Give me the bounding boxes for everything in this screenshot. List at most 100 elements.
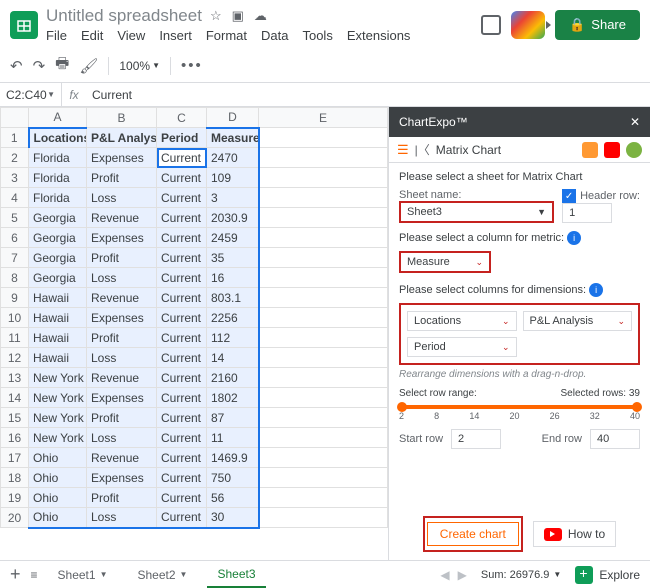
cell[interactable]: Current [157, 448, 207, 468]
cell[interactable]: Current [157, 408, 207, 428]
cell[interactable] [259, 388, 388, 408]
menu-view[interactable]: View [117, 28, 145, 43]
cell[interactable]: Current [157, 328, 207, 348]
cell[interactable]: Current [157, 168, 207, 188]
cell[interactable]: 2256 [207, 308, 259, 328]
metric-select[interactable]: Measure⌄ [399, 251, 491, 273]
share-button[interactable]: 🔒 Share [555, 10, 640, 40]
menu-edit[interactable]: Edit [81, 28, 103, 43]
menu-format[interactable]: Format [206, 28, 247, 43]
more-tools-icon[interactable]: ••• [181, 57, 203, 74]
comments-icon[interactable] [481, 15, 501, 35]
row-header[interactable]: 14 [1, 388, 29, 408]
cell[interactable]: 2470 [207, 148, 259, 168]
cell[interactable]: Expenses [87, 308, 157, 328]
cell[interactable] [259, 248, 388, 268]
slider-start-knob[interactable] [397, 402, 407, 412]
cell[interactable]: Florida [29, 168, 87, 188]
cell[interactable]: Revenue [87, 208, 157, 228]
cell[interactable]: Expenses [87, 468, 157, 488]
sheet-select[interactable]: Sheet3▼ [399, 201, 554, 223]
col-header[interactable]: D [207, 108, 259, 128]
row-header[interactable]: 10 [1, 308, 29, 328]
cell[interactable]: Current [157, 188, 207, 208]
cell[interactable]: 14 [207, 348, 259, 368]
cell[interactable]: Profit [87, 328, 157, 348]
dimension-select[interactable]: P&L Analysis⌄ [523, 311, 633, 331]
cell[interactable] [259, 148, 388, 168]
cell[interactable]: P&L Analysis [87, 128, 157, 148]
cell[interactable]: Ohio [29, 488, 87, 508]
cell[interactable]: 1802 [207, 388, 259, 408]
cell[interactable]: Current [157, 248, 207, 268]
cell[interactable] [259, 428, 388, 448]
info-icon[interactable]: i [589, 283, 603, 297]
cell[interactable]: Loss [87, 188, 157, 208]
cell[interactable]: Revenue [87, 368, 157, 388]
cell[interactable]: Hawaii [29, 328, 87, 348]
col-header[interactable]: B [87, 108, 157, 128]
cell[interactable]: Ohio [29, 508, 87, 528]
notification-icon[interactable] [626, 142, 642, 158]
cell[interactable]: Profit [87, 488, 157, 508]
col-header[interactable]: A [29, 108, 87, 128]
all-sheets-icon[interactable]: ≡ [31, 568, 38, 582]
row-header[interactable]: 15 [1, 408, 29, 428]
cell[interactable]: Current [157, 288, 207, 308]
cell[interactable]: Current [157, 428, 207, 448]
cell[interactable] [259, 288, 388, 308]
print-icon[interactable]: 🖶 [55, 53, 69, 78]
cell[interactable] [259, 308, 388, 328]
cell[interactable]: Expenses [87, 388, 157, 408]
spreadsheet-grid[interactable]: A B C D E 1 Locations P&L Analysis Perio… [0, 107, 388, 560]
cell[interactable]: 2459 [207, 228, 259, 248]
cell[interactable]: Georgia [29, 268, 87, 288]
cell[interactable]: 112 [207, 328, 259, 348]
row-header[interactable]: 1 [1, 128, 29, 148]
row-header[interactable]: 13 [1, 368, 29, 388]
menu-extensions[interactable]: Extensions [347, 28, 411, 43]
cell[interactable]: Locations [29, 128, 87, 148]
cell[interactable]: Measure [207, 128, 259, 148]
row-header[interactable]: 20 [1, 508, 29, 528]
sheet-tab[interactable]: Sheet1▼ [48, 563, 118, 587]
cell[interactable]: 2030.9 [207, 208, 259, 228]
cell[interactable]: Current [157, 148, 207, 168]
cell[interactable]: 11 [207, 428, 259, 448]
header-row-input[interactable]: 1 [562, 203, 612, 223]
sheet-tab[interactable]: Sheet3 [207, 562, 265, 588]
create-chart-button[interactable]: Create chart [427, 522, 519, 546]
cell[interactable]: 16 [207, 268, 259, 288]
cell[interactable]: Ohio [29, 468, 87, 488]
cell[interactable]: Current [157, 348, 207, 368]
cell[interactable]: Ohio [29, 448, 87, 468]
back-icon[interactable]: |〈 [415, 141, 430, 158]
cell[interactable]: New York [29, 428, 87, 448]
dimension-select[interactable]: Locations⌄ [407, 311, 517, 331]
cell[interactable] [259, 508, 388, 528]
cell[interactable]: Profit [87, 408, 157, 428]
row-header[interactable]: 5 [1, 208, 29, 228]
cell[interactable]: Georgia [29, 228, 87, 248]
cell[interactable]: 2160 [207, 368, 259, 388]
add-sheet-icon[interactable]: + [10, 564, 21, 585]
cell[interactable]: 87 [207, 408, 259, 428]
cell[interactable]: Georgia [29, 248, 87, 268]
cell[interactable]: 56 [207, 488, 259, 508]
cell[interactable]: 3 [207, 188, 259, 208]
name-box[interactable]: C2:C40▼ [0, 83, 62, 106]
cell[interactable]: Current [157, 208, 207, 228]
cell[interactable] [259, 488, 388, 508]
cell[interactable] [259, 328, 388, 348]
cell[interactable] [259, 208, 388, 228]
row-header[interactable]: 19 [1, 488, 29, 508]
youtube-icon[interactable] [604, 142, 620, 158]
cell[interactable] [259, 268, 388, 288]
row-header[interactable]: 17 [1, 448, 29, 468]
cell[interactable]: Expenses [87, 228, 157, 248]
cell[interactable]: Profit [87, 248, 157, 268]
menu-file[interactable]: File [46, 28, 67, 43]
cell[interactable]: Georgia [29, 208, 87, 228]
cell[interactable]: Current [157, 228, 207, 248]
cell[interactable]: Loss [87, 268, 157, 288]
